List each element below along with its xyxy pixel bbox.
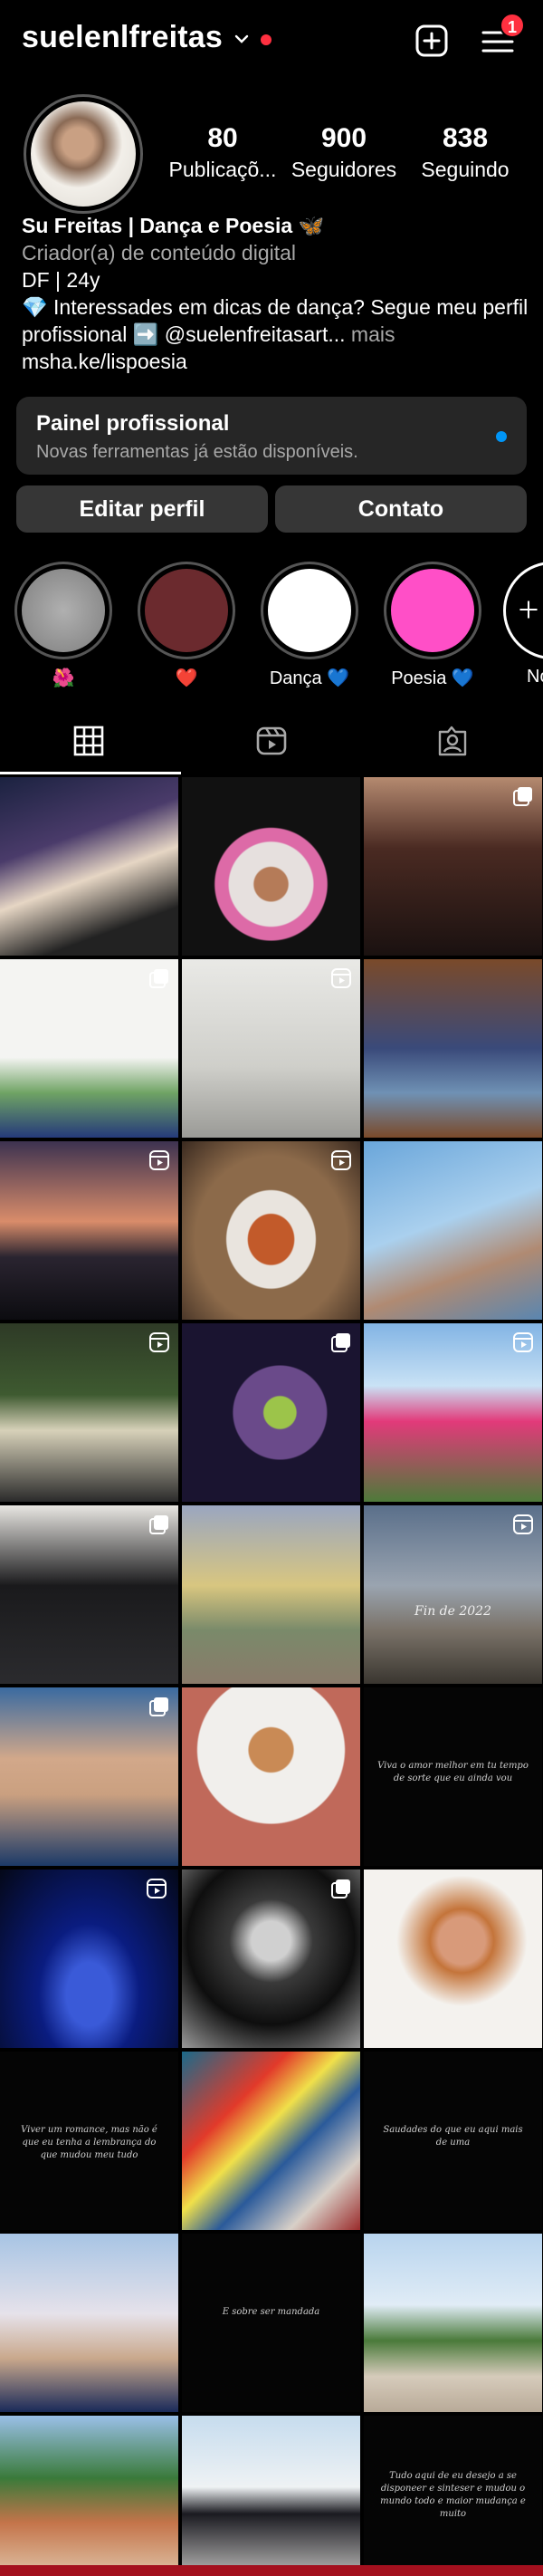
post-thumbnail[interactable]: [364, 1323, 542, 1502]
post-poem-text: Viva o amor melhor em tu tempo de sorte …: [377, 1761, 529, 1783]
post-thumbnail[interactable]: [182, 1687, 360, 1866]
carousel-icon: [149, 1515, 168, 1534]
new-indicator-dot: [496, 431, 507, 442]
highlight-label: ❤️: [175, 668, 198, 688]
post-poem-text: E sobre ser mandada: [222, 2307, 320, 2317]
profile-category: Criador(a) de conteúdo digital: [22, 241, 297, 264]
bottom-bar: [0, 2565, 543, 2576]
stat-following[interactable]: 838 Seguindo: [402, 123, 529, 182]
post-thumbnail[interactable]: [0, 1323, 178, 1502]
bio-line: 💎 Interessades em dicas de dança? Segue …: [22, 295, 529, 346]
reel-icon: [513, 1332, 533, 1352]
post-thumbnail[interactable]: [0, 2416, 178, 2576]
stat-value: 838: [442, 123, 489, 153]
username[interactable]: suelenlfreitas: [22, 20, 223, 55]
post-thumbnail[interactable]: [364, 777, 542, 956]
post-thumbnail[interactable]: [364, 2234, 542, 2412]
carousel-icon: [331, 1879, 350, 1898]
reel-icon: [331, 968, 351, 988]
post-thumbnail[interactable]: [0, 777, 178, 956]
story-highlight[interactable]: ❤️: [136, 562, 237, 689]
story-highlight[interactable]: 🌺: [13, 562, 114, 689]
stat-value: 80: [207, 123, 238, 153]
new-highlight[interactable]: No: [503, 562, 543, 687]
post-thumbnail[interactable]: [182, 1323, 360, 1502]
highlight-label: No: [527, 667, 543, 687]
bio: Su Freitas | Dança e Poesia 🦋 Criador(a)…: [22, 212, 529, 375]
reel-icon: [513, 1514, 533, 1534]
post-thumbnail[interactable]: [0, 1870, 178, 2048]
highlight-label: Poesia 💙: [391, 668, 474, 688]
profile-link[interactable]: msha.ke/lispoesia: [22, 348, 529, 375]
post-thumbnail[interactable]: [182, 2416, 360, 2576]
story-highlight[interactable]: Poesia 💙: [382, 562, 483, 689]
panel-title: Painel profissional: [36, 411, 230, 436]
post-thumbnail[interactable]: Fin de 2022: [364, 1505, 542, 1684]
plus-icon: [519, 601, 538, 619]
story-highlight[interactable]: Dança 💙: [259, 562, 360, 689]
active-tab-indicator: [0, 772, 181, 774]
post-thumbnail[interactable]: [182, 959, 360, 1138]
top-bar: suelenlfreitas 1: [0, 0, 543, 83]
grid-icon[interactable]: [72, 725, 105, 757]
highlight-label: Dança 💙: [269, 668, 350, 688]
post-overlay-text: Fin de 2022: [414, 1604, 491, 1619]
stat-label: Seguidores: [291, 158, 397, 181]
edit-profile-button[interactable]: Editar perfil: [16, 485, 268, 533]
stat-label: Seguindo: [421, 158, 510, 181]
post-thumbnail[interactable]: [364, 1141, 542, 1320]
post-thumbnail[interactable]: [182, 777, 360, 956]
post-poem-text: Saudades do que eu aqui mais de uma: [383, 2125, 523, 2148]
highlight-label: 🌺: [52, 668, 75, 688]
reel-icon: [331, 1150, 351, 1170]
post-thumbnail[interactable]: Viva o amor melhor em tu tempo de sorte …: [364, 1687, 542, 1866]
post-thumbnail[interactable]: [182, 1141, 360, 1320]
stat-posts[interactable]: 80 Publicaçõ...: [159, 123, 286, 182]
post-thumbnail[interactable]: E sobre ser mandada: [182, 2234, 360, 2412]
stat-value: 900: [320, 123, 367, 153]
post-thumbnail[interactable]: [182, 1505, 360, 1684]
post-thumbnail[interactable]: [0, 1687, 178, 1866]
post-thumbnail[interactable]: Tudo aqui de eu desejo a se disponeer e …: [364, 2416, 542, 2576]
profile-name: Su Freitas | Dança e Poesia 🦋: [22, 214, 325, 237]
post-poem-text: Viver um romance, mas não é que eu tenha…: [21, 2125, 157, 2160]
professional-dashboard[interactable]: Painel profissional Novas ferramentas já…: [16, 397, 527, 475]
notification-dot: [261, 34, 272, 45]
menu-badge: 1: [500, 13, 525, 38]
stat-followers[interactable]: 900 Seguidores: [281, 123, 407, 182]
bio-line: DF | 24y: [22, 268, 100, 292]
carousel-icon: [331, 1333, 350, 1352]
profile-tabs: [0, 708, 543, 774]
carousel-icon: [513, 787, 532, 806]
create-post-icon[interactable]: [414, 24, 449, 58]
post-thumbnail[interactable]: [0, 1505, 178, 1684]
post-thumbnail[interactable]: [0, 1141, 178, 1320]
bio-more-link[interactable]: mais: [346, 322, 395, 346]
contact-button[interactable]: Contato: [275, 485, 527, 533]
reel-icon: [147, 1879, 167, 1898]
stat-label: Publicaçõ...: [168, 158, 277, 181]
reels-icon[interactable]: [255, 725, 288, 757]
post-thumbnail[interactable]: [364, 959, 542, 1138]
post-thumbnail[interactable]: [182, 1870, 360, 2048]
tagged-icon[interactable]: [436, 725, 469, 757]
carousel-icon: [149, 1697, 168, 1716]
reel-icon: [149, 1150, 169, 1170]
chevron-down-icon[interactable]: [232, 29, 252, 49]
post-thumbnail[interactable]: [0, 959, 178, 1138]
carousel-icon: [149, 969, 168, 988]
reel-icon: [149, 1332, 169, 1352]
post-thumbnail[interactable]: [182, 2052, 360, 2230]
post-thumbnail[interactable]: Viver um romance, mas não é que eu tenha…: [0, 2052, 178, 2230]
avatar[interactable]: [24, 94, 143, 214]
post-thumbnail[interactable]: Saudades do que eu aqui mais de uma: [364, 2052, 542, 2230]
panel-subtitle: Novas ferramentas já estão disponíveis.: [36, 442, 358, 462]
post-poem-text: Tudo aqui de eu desejo a se disponeer e …: [380, 2471, 526, 2519]
post-thumbnail[interactable]: [0, 2234, 178, 2412]
post-thumbnail[interactable]: [364, 1870, 542, 2048]
